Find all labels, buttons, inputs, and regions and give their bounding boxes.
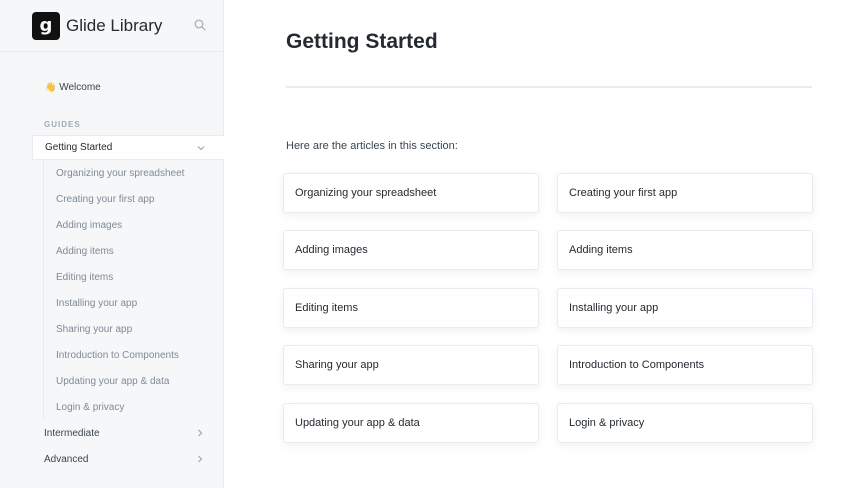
sidebar-subitem[interactable]: Sharing your app — [44, 316, 223, 342]
sidebar-item-label: Welcome — [59, 81, 101, 93]
article-card-sharing-your-app[interactable]: Sharing your app — [283, 345, 539, 385]
sidebar-subitem[interactable]: Updating your app & data — [44, 368, 223, 394]
sidebar-item-welcome[interactable]: 👋 Welcome — [0, 74, 223, 100]
sidebar-subitem[interactable]: Organizing your spreadsheet — [44, 160, 223, 186]
chevron-down-icon — [197, 145, 205, 150]
section-heading-guides: GUIDES — [44, 119, 81, 129]
brand-title[interactable]: Glide Library — [66, 16, 162, 36]
title-divider — [286, 86, 812, 88]
sidebar-subitem[interactable]: Login & privacy — [44, 394, 223, 420]
sidebar-item-advanced[interactable]: Advanced — [0, 446, 223, 472]
search-icon — [194, 19, 206, 31]
article-card-login-and-privacy[interactable]: Login & privacy — [557, 403, 813, 443]
article-card-creating-your-first-app[interactable]: Creating your first app — [557, 173, 813, 213]
glide-logo[interactable]: g — [32, 11, 60, 40]
sidebar: g Glide Library 👋 Welcome GUIDES Getting… — [0, 0, 224, 488]
chevron-right-icon — [198, 429, 203, 437]
sidebar-item-label: Getting Started — [45, 142, 113, 153]
sidebar-header: g Glide Library — [0, 0, 223, 52]
article-card-adding-items[interactable]: Adding items — [557, 230, 813, 270]
chevron-right-icon — [198, 455, 203, 463]
sidebar-subitem[interactable]: Introduction to Components — [44, 342, 223, 368]
wave-emoji-icon: 👋 — [45, 81, 57, 92]
sidebar-item-intermediate[interactable]: Intermediate — [0, 420, 223, 446]
search-button[interactable] — [191, 16, 209, 34]
article-card-editing-items[interactable]: Editing items — [283, 288, 539, 328]
section-intro: Here are the articles in this section: — [286, 140, 458, 152]
sidebar-subitem[interactable]: Editing items — [44, 264, 223, 290]
article-card-updating-your-app-and-data[interactable]: Updating your app & data — [283, 403, 539, 443]
article-card-installing-your-app[interactable]: Installing your app — [557, 288, 813, 328]
sidebar-nav: 👋 Welcome GUIDES Getting Started Organiz… — [0, 74, 224, 472]
sidebar-item-getting-started[interactable]: Getting Started — [32, 135, 224, 160]
getting-started-sublist: Organizing your spreadsheet Creating you… — [43, 160, 223, 420]
sidebar-subitem[interactable]: Adding images — [44, 212, 223, 238]
page-title: Getting Started — [286, 30, 438, 53]
sidebar-subitem[interactable]: Installing your app — [44, 290, 223, 316]
article-card-introduction-to-components[interactable]: Introduction to Components — [557, 345, 813, 385]
sidebar-item-label: Advanced — [44, 453, 89, 465]
article-card-organizing-your-spreadsheet[interactable]: Organizing your spreadsheet — [283, 173, 539, 213]
article-card-adding-images[interactable]: Adding images — [283, 230, 539, 270]
sidebar-subitem[interactable]: Adding items — [44, 238, 223, 264]
sidebar-subitem[interactable]: Creating your first app — [44, 186, 223, 212]
sidebar-item-label: Intermediate — [44, 427, 100, 439]
